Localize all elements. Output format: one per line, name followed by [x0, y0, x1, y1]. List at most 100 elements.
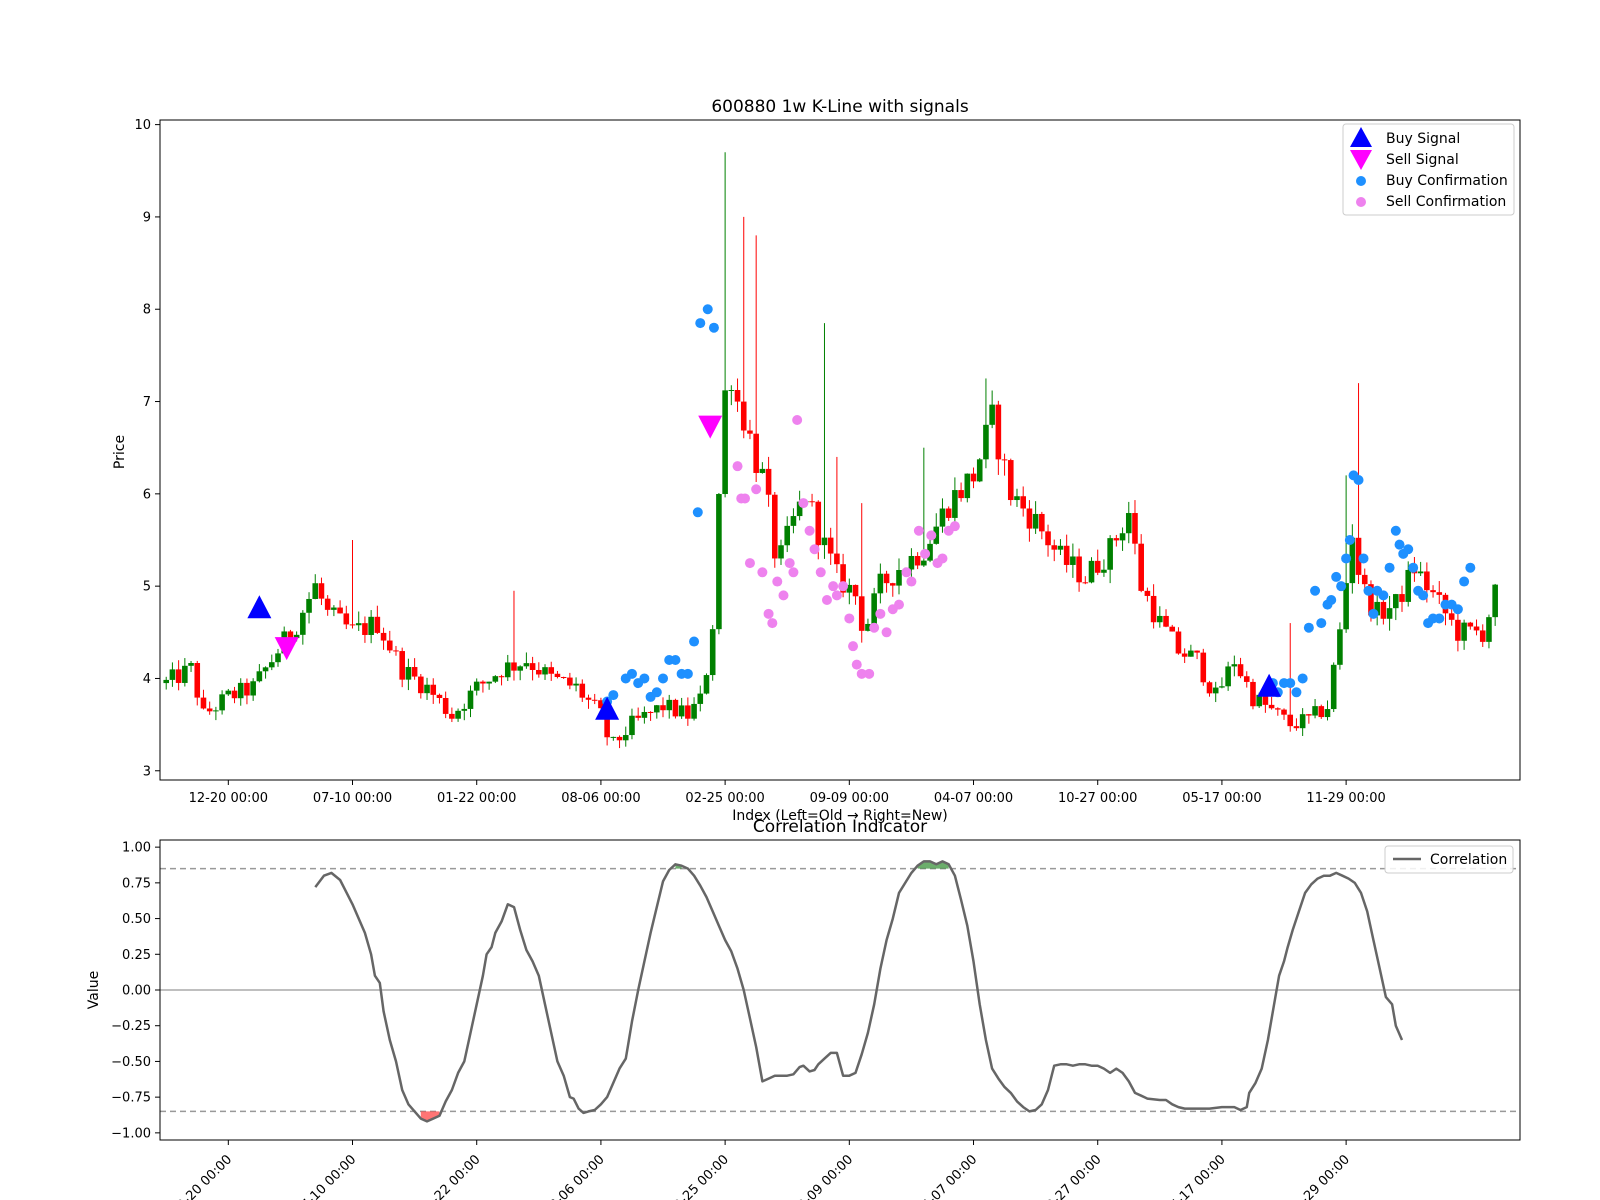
- candle-body: [268, 662, 275, 668]
- buy-confirmation-point: [682, 668, 693, 679]
- candle-body: [1424, 571, 1430, 591]
- buy-confirmation-point: [1336, 581, 1347, 592]
- kline-x-tick-label: 09-09 00:00: [810, 791, 889, 806]
- candle-body: [169, 669, 176, 680]
- buy-confirmation-point: [1465, 562, 1476, 573]
- buy-confirmation-point: [670, 655, 681, 665]
- candle-body: [697, 693, 704, 704]
- kline-y-tick-label: 9: [143, 210, 151, 225]
- candle-body: [436, 694, 443, 699]
- candle-body: [1393, 594, 1399, 609]
- candle-body: [1231, 664, 1238, 667]
- candle-body: [244, 682, 250, 696]
- candle-body: [424, 684, 430, 694]
- candle-body: [486, 681, 492, 684]
- kline-y-tick-label: 4: [143, 672, 151, 687]
- candle-body: [1318, 706, 1325, 718]
- legend-sell-confirmation-label: Sell Confirmation: [1386, 194, 1506, 210]
- candle-body: [1405, 569, 1412, 602]
- buy-confirmation-point: [1394, 539, 1405, 550]
- candle-body: [1250, 681, 1256, 707]
- buy-confirmation-point: [1434, 613, 1445, 624]
- candle-body: [473, 681, 480, 691]
- candle-body: [498, 676, 505, 678]
- candle-body: [958, 490, 964, 499]
- candle-body: [1063, 545, 1070, 565]
- sell-confirmation-point: [792, 415, 803, 425]
- candle-body: [430, 684, 437, 695]
- buy-confirmation-point: [1403, 544, 1414, 555]
- buy-confirmation-point: [702, 304, 713, 315]
- candle-body: [1039, 513, 1045, 532]
- sell-confirmation-point: [838, 581, 849, 592]
- legend-sell-confirmation-marker: [1356, 197, 1366, 207]
- candle-body: [418, 676, 424, 694]
- candle-body: [610, 736, 617, 738]
- kline-y-tick-label: 3: [143, 764, 151, 779]
- buy-confirmation-point: [658, 673, 669, 684]
- candle-body: [1088, 560, 1095, 583]
- candle-body: [411, 667, 418, 677]
- candle-body: [691, 703, 697, 719]
- candle-body: [393, 650, 399, 652]
- candle-body: [237, 682, 244, 699]
- candle-body: [461, 708, 468, 711]
- candle-body: [324, 598, 331, 610]
- candle-body: [579, 683, 586, 698]
- buy-confirmation-point: [1303, 622, 1314, 633]
- candle-body: [386, 640, 393, 651]
- candle-body: [654, 705, 660, 713]
- candle-body: [1380, 601, 1387, 619]
- buy-confirmation-point: [689, 636, 700, 647]
- candle-body: [939, 508, 946, 527]
- candle-body: [1200, 652, 1207, 683]
- candle-body: [877, 573, 884, 594]
- candle-body: [182, 665, 188, 683]
- buy-confirmation-point: [708, 322, 719, 333]
- candle-body: [368, 616, 374, 635]
- candle-body: [1324, 709, 1331, 718]
- candle-body: [1070, 556, 1076, 565]
- candle-body: [1032, 513, 1039, 529]
- candle-body: [1306, 714, 1312, 716]
- kline-y-tick-label: 5: [143, 580, 151, 595]
- correlation-y-tick-label: −0.50: [111, 1055, 151, 1070]
- candle-body: [1094, 560, 1101, 573]
- correlation-y-tick-label: −0.75: [111, 1091, 151, 1106]
- candle-body: [374, 616, 381, 633]
- candle-body: [703, 675, 710, 694]
- candle-body: [231, 690, 238, 699]
- candle-body: [685, 705, 691, 719]
- candle-body: [1219, 686, 1225, 688]
- kline-x-tick-label: 05-17 00:00: [1182, 791, 1261, 806]
- candle-body: [560, 676, 567, 678]
- correlation-y-tick-label: 0.25: [122, 948, 151, 963]
- candle-body: [964, 473, 971, 499]
- candle-body: [1399, 594, 1405, 602]
- candle-body: [362, 623, 368, 635]
- candle-body: [548, 667, 555, 674]
- candle-body: [1181, 653, 1188, 657]
- candle-body: [728, 390, 735, 392]
- candle-body: [1082, 582, 1089, 584]
- sell-confirmation-point: [757, 567, 768, 578]
- candle-body: [896, 570, 902, 586]
- candle-body: [1051, 545, 1058, 550]
- buy-confirmation-point: [1459, 576, 1470, 587]
- candle-body: [194, 663, 201, 698]
- candle-body: [1225, 666, 1231, 687]
- candle-body: [666, 699, 673, 711]
- kline-x-tick-label: 02-25 00:00: [685, 791, 764, 806]
- candle-body: [629, 715, 635, 736]
- candle-body: [914, 555, 921, 566]
- candle-body: [1057, 545, 1064, 550]
- sell-confirmation-point: [926, 530, 937, 541]
- candle-body: [908, 555, 915, 570]
- correlation-y-tick-label: 1.00: [122, 841, 151, 856]
- buy-confirmation-point: [1390, 525, 1401, 536]
- candle-body: [660, 705, 666, 711]
- sell-confirmation-point: [848, 641, 859, 652]
- sell-confirmation-point: [828, 581, 839, 592]
- candle-body: [1113, 538, 1120, 541]
- candle-body: [1194, 650, 1200, 653]
